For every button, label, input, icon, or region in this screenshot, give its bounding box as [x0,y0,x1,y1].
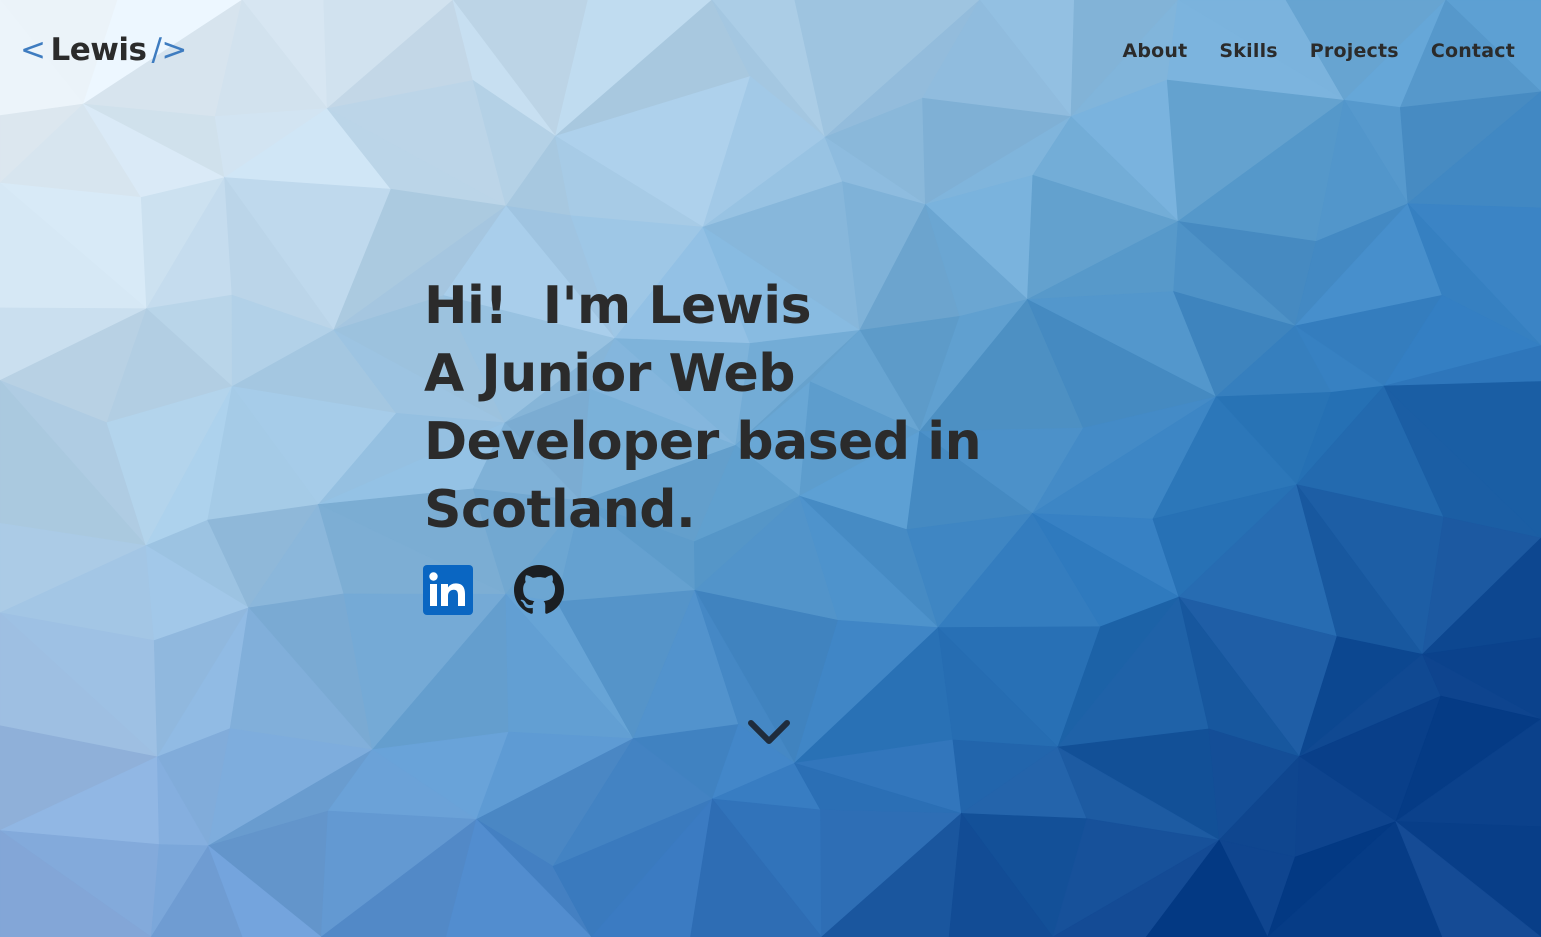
logo-open-bracket: < [20,32,46,68]
site-logo[interactable]: < Lewis /> [20,32,187,68]
hero-line: Scotland. [424,480,696,540]
hero-section: Hi! I'm Lewis A Junior Web Developer bas… [424,272,982,544]
site-header: < Lewis /> About Skills Projects Contact [0,0,1541,106]
main-nav: About Skills Projects Contact [1122,40,1515,62]
nav-link-contact[interactable]: Contact [1431,40,1515,62]
linkedin-link[interactable] [423,565,473,615]
hero-line: Hi! I'm Lewis [424,276,812,336]
hero-heading: Hi! I'm Lewis A Junior Web Developer bas… [424,272,982,544]
nav-link-projects[interactable]: Projects [1310,40,1399,62]
github-icon [514,565,564,614]
social-links [423,565,564,615]
logo-close-bracket: /> [151,32,187,68]
chevron-down-icon [748,720,790,744]
logo-name: Lewis [50,32,147,68]
github-link[interactable] [514,565,564,615]
nav-link-skills[interactable]: Skills [1219,40,1277,62]
hero-line: A Junior Web [424,344,796,404]
scroll-down-button[interactable] [747,718,791,748]
hero-line: Developer based in [424,412,982,472]
nav-link-about[interactable]: About [1122,40,1187,62]
linkedin-icon [423,565,473,615]
